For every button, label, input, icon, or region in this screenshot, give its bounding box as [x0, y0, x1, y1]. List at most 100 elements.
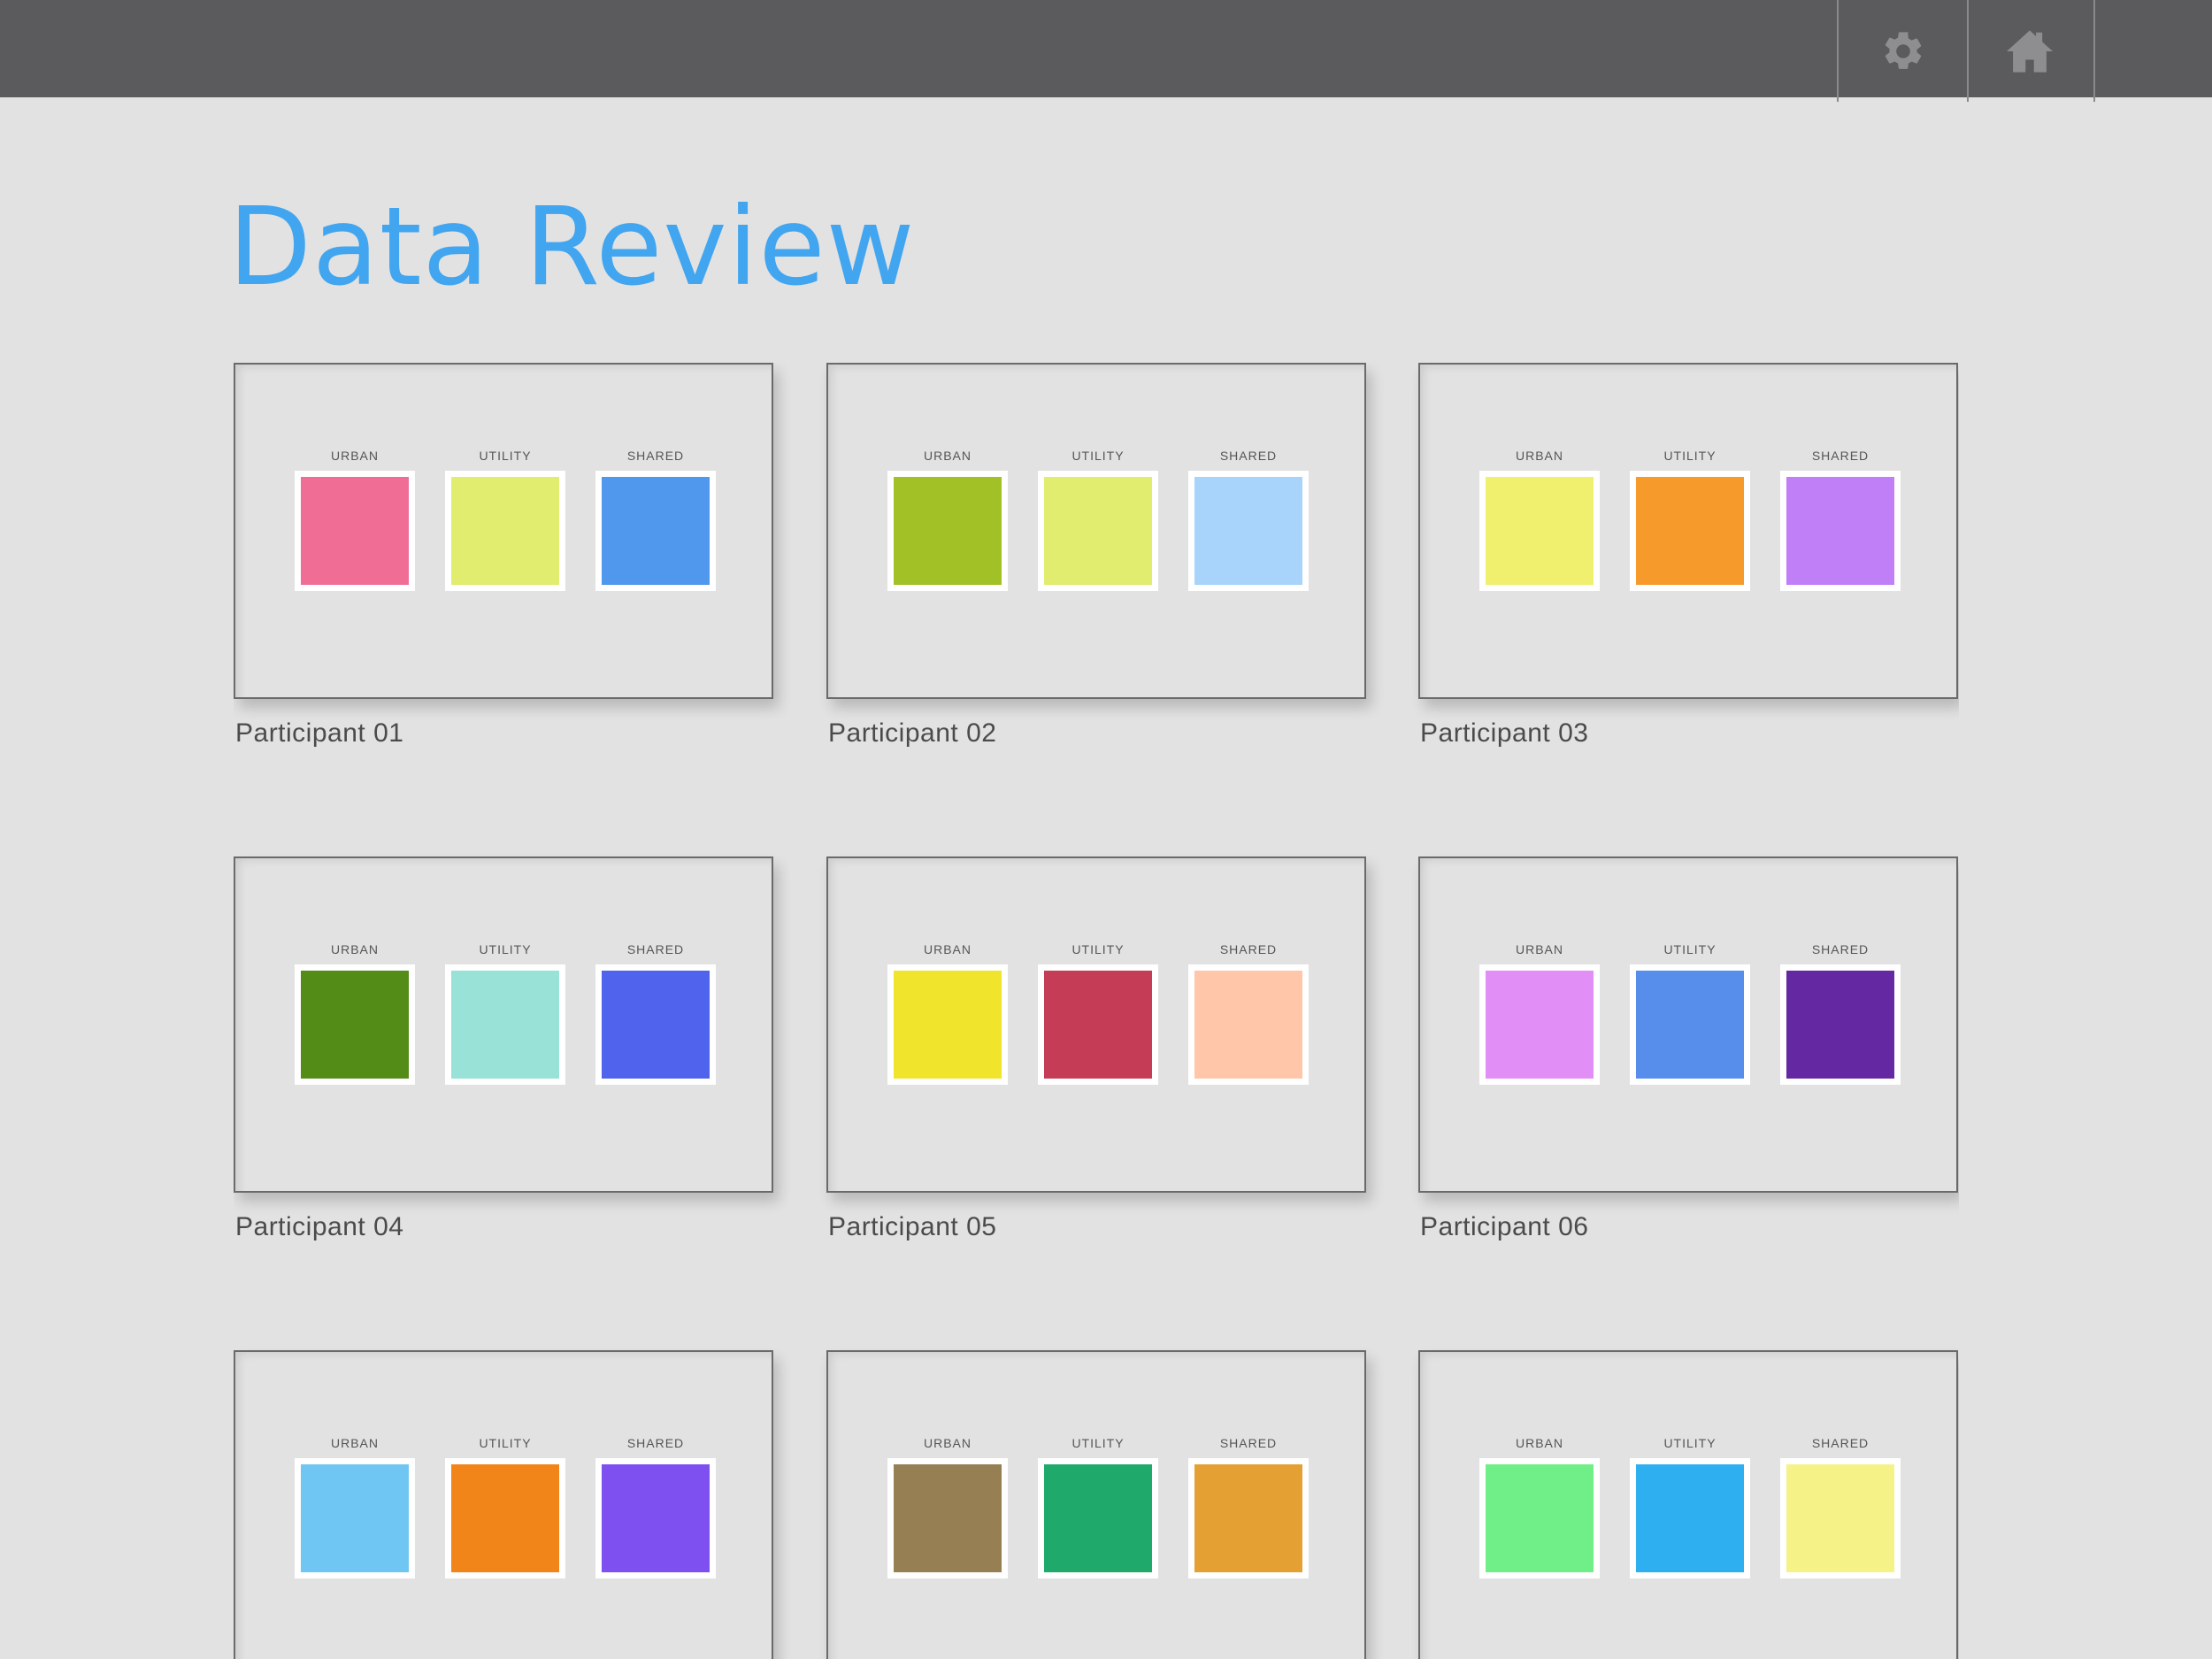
swatch-label-shared: SHARED: [1219, 449, 1278, 463]
color-swatch-utility: [445, 1458, 565, 1578]
swatch-label-shared: SHARED: [1811, 449, 1870, 463]
swatch-utility: UTILITY: [1630, 1435, 1750, 1578]
color-swatch-utility: [1038, 964, 1158, 1085]
color-swatch-shared: [1780, 471, 1901, 591]
swatch-label-shared: SHARED: [626, 1436, 685, 1450]
participant-card: URBAN UTILITY SHARED: [826, 1350, 1366, 1659]
color-swatch-urban: [887, 1458, 1008, 1578]
swatch-shared: SHARED: [1188, 1435, 1309, 1578]
color-swatch-shared: [1188, 471, 1309, 591]
participant-card: URBAN UTILITY SHARED: [234, 1350, 773, 1659]
color-swatch-utility: [1038, 471, 1158, 591]
participant-card: URBAN UTILITY SHARED Participant 04: [234, 856, 773, 1242]
swatch-label-urban: URBAN: [923, 1436, 972, 1450]
swatch-row: URBAN UTILITY SHARED: [235, 941, 772, 1085]
swatch-urban: URBAN: [1479, 448, 1600, 591]
swatch-label-shared: SHARED: [626, 449, 685, 463]
swatch-shared: SHARED: [1188, 448, 1309, 591]
swatch-utility: UTILITY: [1630, 941, 1750, 1085]
swatch-urban: URBAN: [1479, 941, 1600, 1085]
swatch-utility: UTILITY: [1038, 448, 1158, 591]
swatch-label-urban: URBAN: [1515, 1436, 1563, 1450]
color-swatch-shared: [1188, 1458, 1309, 1578]
participant-name: Participant 01: [235, 718, 404, 748]
swatch-label-urban: URBAN: [330, 449, 379, 463]
participant-color-card[interactable]: URBAN UTILITY SHARED: [826, 1350, 1366, 1659]
swatch-shared: SHARED: [595, 448, 716, 591]
swatch-row: URBAN UTILITY SHARED: [828, 1435, 1364, 1578]
swatch-utility: UTILITY: [445, 941, 565, 1085]
color-swatch-shared: [595, 1458, 716, 1578]
participant-color-card[interactable]: URBAN UTILITY SHARED: [234, 856, 773, 1193]
participant-name: Participant 05: [828, 1212, 997, 1241]
swatch-label-utility: UTILITY: [1071, 942, 1125, 956]
swatch-label-utility: UTILITY: [479, 449, 532, 463]
swatch-shared: SHARED: [595, 1435, 716, 1578]
home-icon: [2006, 29, 2053, 73]
participant-card: URBAN UTILITY SHARED Participant 02: [826, 363, 1366, 749]
participant-card: URBAN UTILITY SHARED Participant 03: [1418, 363, 1958, 749]
swatch-row: URBAN UTILITY SHARED: [1420, 1435, 1956, 1578]
swatch-urban: URBAN: [887, 941, 1008, 1085]
participant-card: URBAN UTILITY SHARED Participant 06: [1418, 856, 1958, 1242]
swatch-utility: UTILITY: [1630, 448, 1750, 591]
color-swatch-urban: [295, 1458, 415, 1578]
swatch-row: URBAN UTILITY SHARED: [235, 448, 772, 591]
color-swatch-shared: [1780, 964, 1901, 1085]
swatch-label-utility: UTILITY: [1663, 1436, 1717, 1450]
swatch-utility: UTILITY: [445, 1435, 565, 1578]
swatch-shared: SHARED: [1780, 941, 1901, 1085]
participant-card: URBAN UTILITY SHARED Participant 01: [234, 363, 773, 749]
participant-name: Participant 02: [828, 718, 997, 748]
color-swatch-urban: [1479, 964, 1600, 1085]
swatch-urban: URBAN: [887, 1435, 1008, 1578]
swatch-label-utility: UTILITY: [1663, 942, 1717, 956]
participant-name: Participant 06: [1420, 1212, 1589, 1241]
swatch-label-urban: URBAN: [923, 942, 972, 956]
participant-name: Participant 04: [235, 1212, 404, 1241]
swatch-urban: URBAN: [887, 448, 1008, 591]
gear-icon: [1885, 31, 1921, 69]
color-swatch-urban: [887, 471, 1008, 591]
color-swatch-urban: [295, 471, 415, 591]
top-toolbar: [0, 0, 2212, 102]
participant-grid: URBAN UTILITY SHARED Participant 01 URBAN UTI…: [234, 363, 1959, 1659]
color-swatch-shared: [595, 471, 716, 591]
home-button[interactable]: [1965, 0, 2095, 102]
color-swatch-utility: [1630, 964, 1750, 1085]
swatch-utility: UTILITY: [1038, 1435, 1158, 1578]
participant-color-card[interactable]: URBAN UTILITY SHARED: [234, 1350, 773, 1659]
participant-color-card[interactable]: URBAN UTILITY SHARED: [234, 363, 773, 699]
swatch-row: URBAN UTILITY SHARED: [828, 941, 1364, 1085]
swatch-row: URBAN UTILITY SHARED: [828, 448, 1364, 591]
swatch-label-utility: UTILITY: [1663, 449, 1717, 463]
swatch-row: URBAN UTILITY SHARED: [235, 1435, 772, 1578]
color-swatch-urban: [1479, 1458, 1600, 1578]
swatch-urban: URBAN: [295, 448, 415, 591]
participant-color-card[interactable]: URBAN UTILITY SHARED: [826, 856, 1366, 1193]
color-swatch-shared: [1188, 964, 1309, 1085]
color-swatch-shared: [1780, 1458, 1901, 1578]
swatch-shared: SHARED: [595, 941, 716, 1085]
swatch-utility: UTILITY: [445, 448, 565, 591]
color-swatch-utility: [1630, 471, 1750, 591]
swatch-urban: URBAN: [1479, 1435, 1600, 1578]
color-swatch-utility: [1038, 1458, 1158, 1578]
participant-color-card[interactable]: URBAN UTILITY SHARED: [1418, 363, 1958, 699]
participant-card: URBAN UTILITY SHARED Participant 05: [826, 856, 1366, 1242]
swatch-label-utility: UTILITY: [479, 942, 532, 956]
swatch-shared: SHARED: [1188, 941, 1309, 1085]
color-swatch-utility: [1630, 1458, 1750, 1578]
swatch-shared: SHARED: [1780, 1435, 1901, 1578]
settings-button[interactable]: [1837, 0, 1969, 102]
participant-color-card[interactable]: URBAN UTILITY SHARED: [1418, 1350, 1958, 1659]
swatch-label-utility: UTILITY: [479, 1436, 532, 1450]
participant-color-card[interactable]: URBAN UTILITY SHARED: [826, 363, 1366, 699]
page-title: Data Review: [228, 184, 916, 310]
color-swatch-shared: [595, 964, 716, 1085]
participant-color-card[interactable]: URBAN UTILITY SHARED: [1418, 856, 1958, 1193]
swatch-label-utility: UTILITY: [1071, 1436, 1125, 1450]
color-swatch-urban: [1479, 471, 1600, 591]
swatch-label-utility: UTILITY: [1071, 449, 1125, 463]
participant-card: URBAN UTILITY SHARED: [1418, 1350, 1958, 1659]
